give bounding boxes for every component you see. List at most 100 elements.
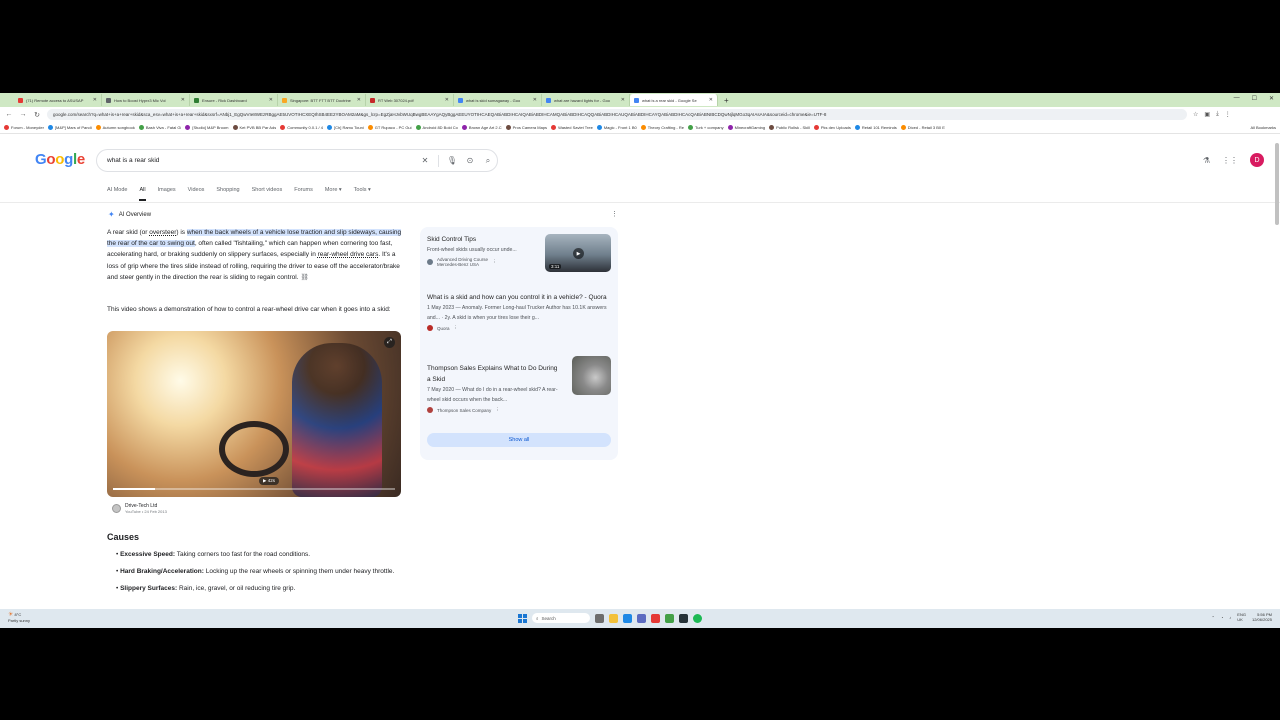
browser-tab[interactable]: what is skid sumagaway - Goo ✕ — [454, 94, 542, 106]
forward-icon[interactable]: → — [19, 111, 27, 118]
clock[interactable]: 5:56 PM 12/06/2025 — [1252, 612, 1272, 622]
bookmark-item[interactable]: Android 8D Bold Co — [415, 125, 458, 130]
bookmark-item[interactable]: [Studio] M&P Broom — [185, 125, 229, 130]
browser-tab[interactable]: Ensure - Rick Dashboard ✕ — [190, 94, 278, 106]
bookmark-item[interactable]: Community 0.0.1 / 4 — [280, 125, 323, 130]
bookmark-item[interactable]: Retail 101 Reminds — [854, 125, 897, 130]
bookmark-item[interactable]: Forum - Moneyder — [4, 125, 44, 130]
scrollbar[interactable] — [1275, 143, 1279, 225]
weather-widget[interactable]: ☀ 8°C Partly sunny — [8, 612, 30, 623]
bookmark-item[interactable]: Autumn songbook — [95, 125, 135, 130]
chevron-up-icon[interactable]: ⌃ — [1212, 615, 1215, 620]
show-all-button[interactable]: Show all — [427, 433, 611, 447]
tab-shopping[interactable]: Shopping — [216, 187, 239, 201]
minimize-icon[interactable]: — — [1234, 95, 1240, 102]
task-view-icon[interactable] — [595, 613, 604, 623]
tab-ai-mode[interactable]: AI Mode — [107, 187, 127, 201]
bookmark-item[interactable]: Brown Age Art 2.C — [461, 125, 502, 130]
bookmark-item[interactable]: Wasted Saviet Tree — [551, 125, 593, 130]
close-tab-icon[interactable]: ✕ — [181, 97, 185, 103]
bookmark-star-icon[interactable]: ☆ — [1193, 111, 1198, 118]
rear-wheel-drive-link[interactable]: rear-wheel drive cars — [318, 251, 379, 258]
more-options-icon[interactable]: ⋮ — [492, 259, 497, 265]
close-tab-icon[interactable]: ✕ — [445, 97, 449, 103]
store-icon[interactable] — [637, 613, 646, 623]
reload-icon[interactable]: ↻ — [33, 111, 41, 119]
labs-icon[interactable]: ⚗ — [1203, 156, 1210, 165]
file-explorer-icon[interactable] — [609, 613, 618, 623]
tab-all[interactable]: All — [139, 187, 146, 201]
bookmark-item[interactable]: Diced - Retail 3 B0 E — [900, 125, 945, 130]
menu-icon[interactable]: ⋮ — [1225, 111, 1231, 118]
tab-tools[interactable]: Tools ▾ — [354, 187, 371, 201]
bookmark-item[interactable]: Theory Crafting - Re — [640, 125, 684, 130]
close-tab-icon[interactable]: ✕ — [709, 97, 713, 103]
close-tab-icon[interactable]: ✕ — [533, 97, 537, 103]
extensions-icon[interactable]: ▣ — [1204, 111, 1210, 118]
oversteer-link[interactable]: oversteer — [149, 229, 176, 236]
close-tab-icon[interactable]: ✕ — [357, 97, 361, 103]
chrome-icon[interactable] — [651, 613, 660, 623]
close-tab-icon[interactable]: ✕ — [621, 97, 625, 103]
tab-short-videos[interactable]: Short videos — [252, 187, 283, 201]
browser-tab[interactable]: Singapore: BTT FTT BTT Doctrine ✕ — [278, 94, 366, 106]
bookmark-item[interactable]: [Ch] Ramu Touni — [327, 125, 364, 130]
source-card[interactable]: What is a skid and how can you control i… — [427, 292, 613, 331]
bookmark-item[interactable]: Magic - Front 1 B0 — [596, 125, 637, 130]
bookmark-item[interactable]: GT Rupaco - PC Gui — [367, 125, 412, 130]
volume-icon[interactable]: ♪ — [1229, 615, 1231, 620]
search-icon[interactable]: ⌕ — [479, 156, 497, 166]
steam-icon[interactable] — [679, 613, 688, 623]
bookmark-item[interactable]: Pks dev Uploads — [813, 125, 851, 130]
video-source[interactable]: Drive-Tech Ltd YouTube • 24 Feb 2013 — [112, 503, 167, 514]
source-card[interactable]: Thompson Sales Explains What to Do Durin… — [427, 356, 613, 413]
more-options-icon[interactable]: ⋮ — [495, 407, 500, 413]
link-icon[interactable]: ⛓ — [300, 274, 308, 281]
browser-tab-active[interactable]: what is a rear skid - Google Se ✕ — [630, 94, 718, 106]
taskbar-search[interactable]: ⌕ Search — [532, 613, 590, 623]
lens-icon[interactable]: ⊙ — [461, 156, 479, 165]
bookmark-item[interactable]: Turk + company — [687, 125, 724, 130]
tab-images[interactable]: Images — [158, 187, 176, 201]
search-input[interactable]: what is a rear skid ✕ 🎙 ⊙ ⌕ — [96, 149, 498, 172]
maximize-icon[interactable]: ☐ — [1252, 95, 1257, 102]
browser-tab[interactable]: (71) Remote access to ASUSAP ✕ — [14, 94, 102, 106]
clear-icon[interactable]: ✕ — [416, 156, 434, 165]
spotify-icon[interactable] — [693, 613, 702, 623]
bookmark-item[interactable]: Pros Camera Maps — [505, 125, 547, 130]
tab-more[interactable]: More ▾ — [325, 187, 342, 201]
download-icon[interactable]: ⤓ — [1216, 111, 1219, 118]
browser-tab[interactable]: RT Web 307024.pdf ✕ — [366, 94, 454, 106]
article-thumbnail[interactable] — [572, 356, 611, 395]
bookmark-item[interactable]: [M&P] Mars of Pandi — [47, 125, 92, 130]
google-logo[interactable]: Google — [35, 151, 85, 168]
close-tab-icon[interactable]: ✕ — [269, 97, 273, 103]
close-window-icon[interactable]: ✕ — [1269, 95, 1274, 102]
app-icon[interactable] — [665, 613, 674, 623]
tab-forums[interactable]: Forums — [294, 187, 313, 201]
avatar[interactable]: D — [1250, 153, 1264, 167]
browser-tab[interactable]: what are hazard lights for - Goo ✕ — [542, 94, 630, 106]
bookmark-item[interactable]: Bash Viva - Fatal Gi — [138, 125, 181, 130]
microphone-icon[interactable]: 🎙 — [443, 156, 461, 165]
bookmark-item[interactable]: MinecraftGaming — [727, 125, 765, 130]
more-options-icon[interactable]: ⋮ — [611, 210, 618, 218]
all-bookmarks-button[interactable]: All Bookmarks — [1250, 125, 1276, 130]
expand-icon[interactable]: ⤢ — [384, 337, 395, 348]
source-card[interactable]: Skid Control Tips Front-wheel skids usua… — [427, 234, 613, 272]
network-icon[interactable]: ◔ — [1221, 615, 1223, 620]
browser-tab[interactable]: How to Boost Hyprx3 Mic Vol ✕ — [102, 94, 190, 106]
apps-grid-icon[interactable]: ⋮⋮ — [1222, 156, 1238, 165]
more-options-icon[interactable]: ⋮ — [454, 325, 459, 331]
url-field[interactable]: google.com/search?q=what+is+a+rear+skid&… — [47, 109, 1187, 120]
windows-start-icon[interactable] — [518, 613, 527, 623]
bookmark-item[interactable]: Ket PVB BB Par Ads — [232, 125, 276, 130]
close-tab-icon[interactable]: ✕ — [93, 97, 97, 103]
edge-icon[interactable] — [623, 613, 632, 623]
video-progress-bar[interactable] — [113, 488, 395, 490]
video-player[interactable]: ⤢ ▶ 42s — [107, 331, 401, 497]
tab-videos[interactable]: Videos — [188, 187, 205, 201]
back-icon[interactable]: ← — [5, 111, 13, 118]
new-tab-icon[interactable]: + — [724, 96, 729, 105]
video-thumbnail[interactable]: ▶ 3:11 — [545, 234, 611, 272]
